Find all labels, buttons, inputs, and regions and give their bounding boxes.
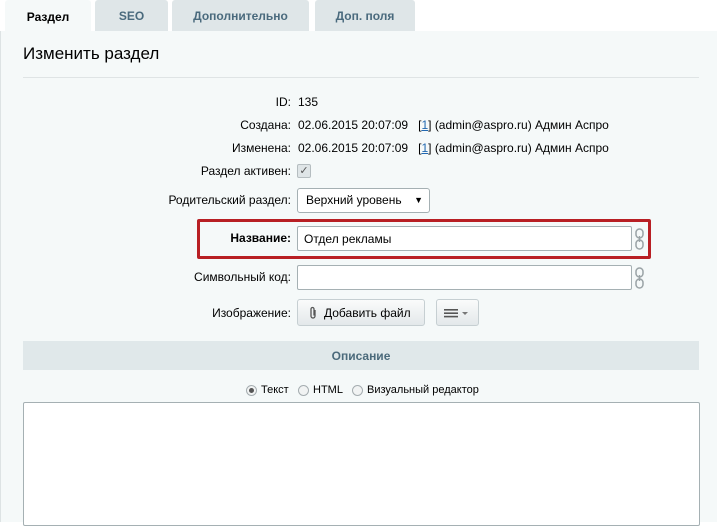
tab-additional-label: Дополнительно — [193, 8, 288, 23]
mode-text-option[interactable]: Текст — [246, 384, 289, 396]
name-input[interactable] — [297, 226, 632, 251]
checkmark-icon: ✓ — [299, 165, 309, 177]
image-label: Изображение: — [212, 306, 291, 320]
tab-section[interactable]: Раздел — [5, 0, 91, 33]
description-header-label: Описание — [331, 348, 391, 363]
code-link-icon[interactable] — [634, 266, 646, 290]
created-user-info: (admin@aspro.ru) Админ Аспро — [434, 118, 609, 132]
paperclip-icon — [310, 306, 316, 319]
active-label: Раздел активен: — [200, 164, 291, 178]
created-value: 02.06.2015 20:07:09 [1] (admin@aspro.ru)… — [298, 118, 609, 132]
mode-text-radio[interactable] — [246, 384, 257, 396]
id-value: 135 — [298, 95, 319, 109]
description-textarea[interactable] — [23, 402, 700, 526]
modified-label: Изменена: — [232, 141, 291, 155]
page-title: Изменить раздел — [23, 44, 160, 63]
modified-user-info: (admin@aspro.ru) Админ Аспро — [434, 141, 609, 155]
code-label: Символьный код: — [194, 270, 291, 284]
tab-additional[interactable]: Дополнительно — [172, 0, 309, 31]
created-user-link[interactable]: 1 — [421, 118, 428, 132]
add-file-label: Добавить файл — [324, 305, 411, 320]
dropdown-arrow-icon: ▼ — [414, 195, 423, 205]
modified-user-link[interactable]: 1 — [421, 141, 428, 155]
file-menu-button[interactable] — [436, 299, 479, 326]
description-section-header: Описание — [23, 341, 699, 370]
active-checkbox[interactable]: ✓ — [297, 164, 311, 178]
tab-section-label: Раздел — [26, 9, 70, 24]
mode-text-label: Текст — [261, 384, 289, 396]
name-label: Название: — [230, 231, 291, 245]
tab-seo-label: SEO — [118, 8, 145, 23]
mode-visual-option[interactable]: Визуальный редактор — [352, 384, 479, 396]
modified-value: 02.06.2015 20:07:09 [1] (admin@aspro.ru)… — [298, 141, 609, 155]
code-input[interactable] — [297, 265, 632, 290]
tab-extra-fields[interactable]: Доп. поля — [315, 0, 415, 31]
menu-icon — [443, 308, 468, 317]
mode-visual-label: Визуальный редактор — [367, 384, 479, 396]
link-icon[interactable] — [634, 227, 646, 251]
title-divider — [23, 77, 699, 78]
tab-seo[interactable]: SEO — [95, 0, 168, 31]
mode-visual-radio[interactable] — [352, 384, 363, 396]
parent-section-select[interactable]: Верхний уровень ▼ — [297, 188, 430, 213]
tab-extra-fields-label: Доп. поля — [335, 8, 395, 23]
mode-html-option[interactable]: HTML — [298, 384, 343, 396]
created-date: 02.06.2015 20:07:09 — [298, 118, 409, 132]
mode-html-radio[interactable] — [298, 384, 309, 396]
mode-html-label: HTML — [313, 384, 343, 396]
parent-section-value: Верхний уровень — [306, 193, 402, 207]
modified-date: 02.06.2015 20:07:09 — [298, 141, 409, 155]
description-mode-group: Текст HTML Визуальный редактор — [0, 384, 717, 400]
tab-bar: Раздел SEO Дополнительно Доп. поля — [0, 0, 717, 33]
add-file-button[interactable]: Добавить файл — [297, 299, 425, 326]
id-label: ID: — [275, 95, 291, 109]
parent-label: Родительский раздел: — [168, 193, 291, 207]
created-label: Создана: — [240, 118, 291, 132]
